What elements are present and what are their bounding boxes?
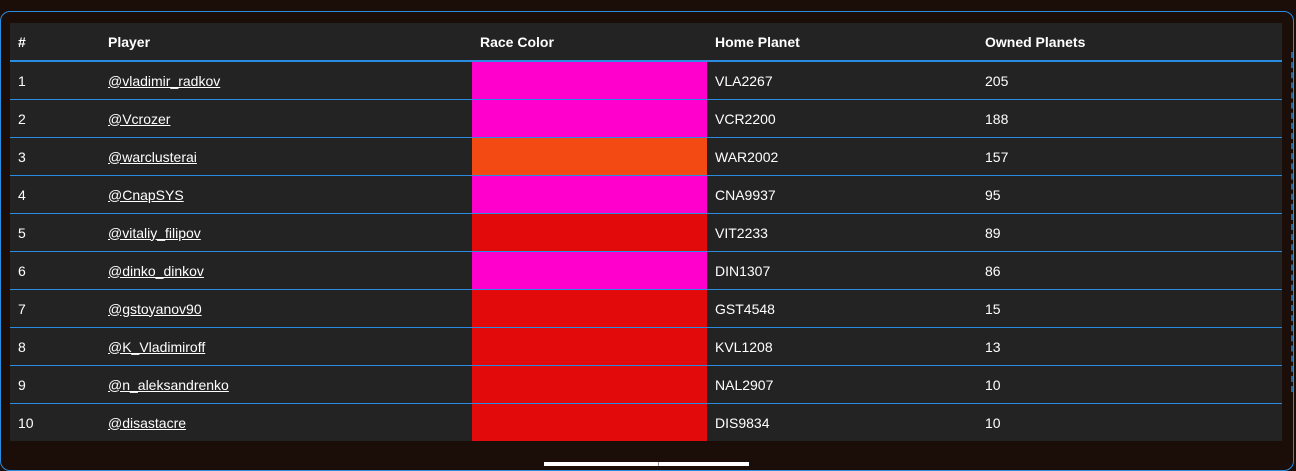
table-row: 10 @disastacre DIS9834 10 [10, 403, 1282, 442]
owned-planets-cell: 15 [977, 289, 1282, 328]
race-color-swatch [472, 327, 707, 366]
table-row: 1 @vladimir_radkov VLA2267 205 [10, 61, 1282, 100]
race-color-swatch [472, 213, 707, 252]
rank-cell: 5 [10, 213, 100, 252]
player-link[interactable]: @gstoyanov90 [108, 301, 202, 317]
home-planet-cell: DIS9834 [715, 414, 770, 431]
owned-planets-cell: 86 [977, 251, 1282, 290]
rank-cell: 3 [10, 137, 100, 176]
home-planet-cell: KVL1208 [707, 327, 977, 366]
player-cell: @disastacre [100, 404, 472, 442]
home-planet-cell: DIN1307 [707, 251, 977, 290]
table-row: 8 @K_Vladimiroff KVL1208 13 [10, 327, 1282, 366]
pagination-bar[interactable] [544, 462, 749, 466]
player-link[interactable]: @K_Vladimiroff [108, 339, 205, 355]
header-owned-planets[interactable]: Owned Planets [977, 23, 1282, 62]
rank-cell: 7 [10, 289, 100, 328]
rank-cell: 6 [10, 251, 100, 290]
owned-planets-cell: 188 [977, 99, 1282, 138]
owned-planets-cell: 205 [977, 61, 1282, 100]
table-row: 7 @gstoyanov90 GST4548 15 [10, 289, 1282, 328]
home-planet-cell: VCR2200 [707, 99, 977, 138]
player-link[interactable]: @vladimir_radkov [108, 73, 220, 89]
table-header-row: # Player Race Color Home Planet Owned Pl… [10, 23, 1282, 62]
rank-cell: 4 [10, 175, 100, 214]
race-color-swatch [472, 289, 707, 328]
player-cell: @warclusterai [100, 137, 472, 176]
race-color-swatch [472, 175, 707, 214]
race-color-swatch [472, 251, 707, 290]
rank-cell: 2 [10, 99, 100, 138]
player-link[interactable]: @dinko_dinkov [108, 263, 204, 279]
owned-planets-cell: 10 [985, 414, 1001, 431]
header-player[interactable]: Player [100, 23, 472, 62]
home-planet-cell: NAL2907 [707, 365, 977, 404]
rank-cell: 9 [10, 365, 100, 404]
race-color-swatch [472, 137, 707, 176]
player-link[interactable]: @disastacre [108, 415, 186, 431]
pagination-divider [658, 462, 659, 466]
table-row: 6 @dinko_dinkov DIN1307 86 [10, 251, 1282, 290]
player-cell: @K_Vladimiroff [100, 327, 472, 366]
player-cell: @CnapSYS [100, 175, 472, 214]
player-cell: @n_aleksandrenko [100, 365, 472, 404]
race-color-swatch [472, 403, 707, 441]
owned-planets-cell: 13 [977, 327, 1282, 366]
player-cell: @vladimir_radkov [100, 61, 472, 100]
leaderboard-table: # Player Race Color Home Planet Owned Pl… [10, 23, 1282, 441]
player-cell: @Vcrozer [100, 99, 472, 138]
rank-cell: 10 [18, 414, 34, 431]
home-planet-cell: VIT2233 [707, 213, 977, 252]
player-link[interactable]: @CnapSYS [108, 187, 184, 203]
player-link[interactable]: @n_aleksandrenko [108, 377, 229, 393]
rank-cell: 1 [10, 61, 100, 100]
owned-planets-cell: 157 [977, 137, 1282, 176]
player-link[interactable]: @warclusterai [108, 149, 197, 165]
player-link[interactable]: @Vcrozer [108, 111, 170, 127]
owned-planets-cell: 95 [977, 175, 1282, 214]
table-row: 5 @vitaliy_filipov VIT2233 89 [10, 213, 1282, 252]
leaderboard-panel: # Player Race Color Home Planet Owned Pl… [10, 23, 1282, 441]
race-color-swatch [472, 99, 707, 138]
home-planet-cell: WAR2002 [707, 137, 977, 176]
table-row: 3 @warclusterai WAR2002 157 [10, 137, 1282, 176]
header-race-color[interactable]: Race Color [472, 23, 707, 62]
header-rank[interactable]: # [10, 23, 100, 62]
table-row: 9 @n_aleksandrenko NAL2907 10 [10, 365, 1282, 404]
home-planet-cell: CNA9937 [707, 175, 977, 214]
owned-planets-cell: 89 [977, 213, 1282, 252]
player-cell: @dinko_dinkov [100, 251, 472, 290]
frame-scroll-ticks [1285, 52, 1293, 392]
owned-planets-cell: 10 [977, 365, 1282, 404]
home-planet-cell: VLA2267 [707, 61, 977, 100]
table-row: 4 @CnapSYS CNA9937 95 [10, 175, 1282, 214]
header-home-planet[interactable]: Home Planet [707, 23, 977, 62]
home-planet-cell: GST4548 [707, 289, 977, 328]
player-link[interactable]: @vitaliy_filipov [108, 225, 201, 241]
race-color-swatch [472, 61, 707, 100]
player-cell: @vitaliy_filipov [100, 213, 472, 252]
table-row: 2 @Vcrozer VCR2200 188 [10, 99, 1282, 138]
player-cell: @gstoyanov90 [100, 289, 472, 328]
table-body: 1 @vladimir_radkov VLA2267 205 2 @Vcroze… [10, 61, 1282, 441]
rank-cell: 8 [10, 327, 100, 366]
race-color-swatch [472, 365, 707, 404]
